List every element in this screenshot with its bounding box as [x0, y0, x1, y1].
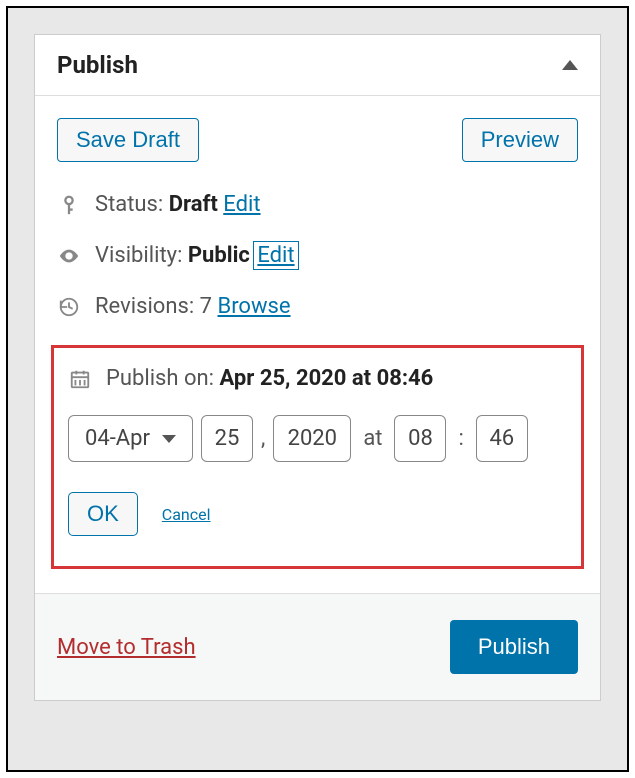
key-icon — [57, 194, 81, 216]
day-input[interactable]: 25 — [201, 415, 253, 462]
date-inputs: 04-Apr 25 , 2020 at 08 : 46 — [68, 415, 567, 462]
schedule-section: Publish on: Apr 25, 2020 at 08:46 04-Apr… — [51, 345, 584, 569]
panel-title: Publish — [57, 51, 138, 79]
revisions-value: 7 — [200, 294, 212, 319]
page-wrapper: Publish Save Draft Preview Status: Draft… — [6, 6, 629, 772]
visibility-value: Public — [188, 243, 250, 268]
top-actions: Save Draft Preview — [57, 118, 578, 162]
calendar-icon — [68, 368, 92, 390]
schedule-actions: OK Cancel — [68, 492, 567, 536]
minute-input[interactable]: 46 — [476, 415, 528, 462]
ok-button[interactable]: OK — [68, 492, 138, 536]
move-to-trash-link[interactable]: Move to Trash — [57, 635, 196, 660]
year-input[interactable]: 2020 — [273, 415, 351, 462]
publish-button[interactable]: Publish — [450, 620, 578, 674]
visibility-row: Visibility: Public Edit — [57, 243, 578, 268]
hour-input[interactable]: 08 — [394, 415, 446, 462]
revisions-browse-link[interactable]: Browse — [217, 294, 290, 319]
time-colon: : — [454, 426, 467, 451]
status-row: Status: Draft Edit — [57, 192, 578, 217]
panel-header[interactable]: Publish — [35, 35, 600, 96]
collapse-icon[interactable] — [562, 60, 578, 70]
preview-button[interactable]: Preview — [462, 118, 578, 162]
publish-panel: Publish Save Draft Preview Status: Draft… — [34, 34, 601, 701]
history-icon — [57, 296, 81, 318]
panel-body: Save Draft Preview Status: Draft Edit — [35, 96, 600, 569]
comma-sep: , — [261, 426, 265, 451]
schedule-label: Publish on: — [106, 366, 214, 391]
cancel-link[interactable]: Cancel — [162, 505, 211, 524]
save-draft-button[interactable]: Save Draft — [57, 118, 199, 162]
revisions-label: Revisions: — [95, 294, 194, 319]
visibility-edit-link[interactable]: Edit — [255, 243, 296, 268]
revisions-row: Revisions: 7 Browse — [57, 294, 578, 319]
panel-footer: Move to Trash Publish — [35, 593, 600, 700]
at-label: at — [359, 426, 386, 451]
schedule-display: Apr 25, 2020 at 08:46 — [219, 366, 433, 391]
chevron-down-icon — [162, 435, 176, 443]
month-select[interactable]: 04-Apr — [68, 415, 193, 462]
eye-icon — [57, 245, 81, 267]
visibility-label: Visibility: — [95, 243, 182, 268]
status-value: Draft — [169, 192, 218, 217]
status-edit-link[interactable]: Edit — [223, 192, 260, 217]
month-value: 04-Apr — [85, 426, 150, 451]
schedule-display-row: Publish on: Apr 25, 2020 at 08:46 — [68, 366, 567, 391]
status-label: Status: — [95, 192, 163, 217]
